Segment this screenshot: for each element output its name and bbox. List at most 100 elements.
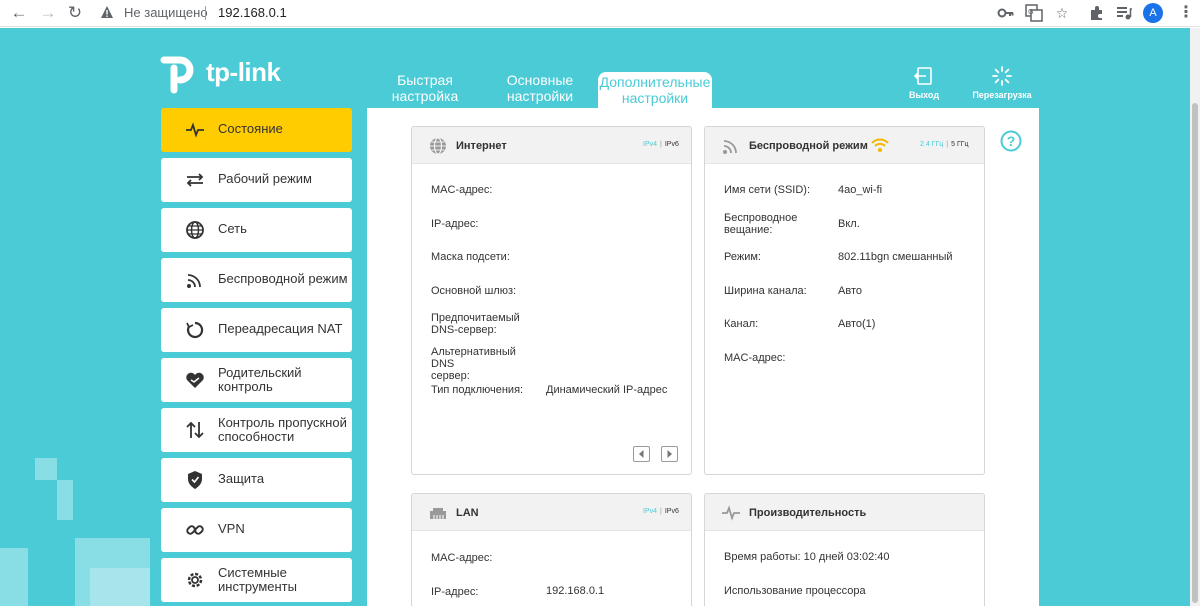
omnibox-divider [205,6,206,20]
sidebar-item-vpn[interactable]: VPN [161,508,352,552]
label-line1: Предпочитаемый [431,312,520,324]
sidebar-label-line2: контроль [218,379,273,394]
ipv4-toggle[interactable]: IPv4 [643,508,657,515]
sidebar-item-label: Рабочий режим [218,171,312,186]
svg-text:G: G [1028,8,1033,16]
help-icon[interactable]: ? [1000,130,1022,152]
sidebar-item-bandwidth-control[interactable]: Контроль пропускной способности [161,408,352,452]
page-scrollbar[interactable] [1190,28,1200,606]
channel-value: Авто(1) [838,318,876,330]
logout-button[interactable]: Выход [904,66,944,100]
tab-basic[interactable]: Основные настройки [498,72,582,108]
sidebar-item-operation-mode[interactable]: Рабочий режим [161,158,352,202]
ipv6-toggle[interactable]: IPv6 [665,141,679,148]
wifi-icon [187,274,201,288]
sidebar-item-network[interactable]: Сеть [161,208,352,252]
chevron-left-icon [639,450,644,458]
router-admin-page: tp-link Быстрая настройка Основные настр… [0,28,1190,606]
switch-mode-icon [186,173,204,187]
label-line2: сервер: [431,370,470,382]
mac-address-label: MAC-адрес: [431,552,493,564]
band-switch[interactable]: 2.4 ГГц | 5 ГГц [920,141,969,148]
tp-link-logo: tp-link [160,48,290,94]
sidebar-label-line1: Родительский [218,365,302,380]
ssid-value: 4ao_wi-fi [838,184,883,196]
key-icon[interactable] [997,4,1015,22]
ipv6-toggle[interactable]: IPv6 [665,508,679,515]
sidebar-item-security[interactable]: Защита [161,458,352,502]
warning-icon[interactable] [100,5,114,19]
gateway-label: Основной шлюз: [431,285,517,297]
reboot-label: Перезагрузка [972,90,1032,100]
secondary-dns-label: Альтернативный DNS сервер: [431,346,536,382]
translate-icon[interactable]: G [1025,4,1043,22]
scrollbar-thumb[interactable] [1192,103,1198,603]
mode-value: 802.11bgn смешанный [838,251,953,263]
band-5ghz-toggle[interactable]: 5 ГГц [951,141,968,148]
shield-icon [188,471,202,489]
connection-type-label: Тип подключения: [431,384,524,396]
card-header: Производительность [705,494,984,531]
bandwidth-icon [186,421,204,439]
logo-mark-icon [160,56,194,94]
tab-label-line1: Дополнительные [599,74,711,90]
mac-address-label: MAC-адрес: [431,184,493,196]
sidebar-label-line2: инструменты [218,579,297,594]
sidebar-item-nat-forwarding[interactable]: Переадресация NAT [161,308,352,352]
url-text[interactable]: 192.168.0.1 [218,5,287,20]
logo-text: tp-link [206,57,281,87]
sidebar-item-system-tools[interactable]: Системные инструменты [161,558,352,602]
band-24ghz-toggle[interactable]: 2.4 ГГц [920,141,943,148]
browser-toolbar: ← → ↻ Не защищено 192.168.0.1 G ☆ A ⋮ [0,0,1200,27]
security-label[interactable]: Не защищено [124,5,208,20]
performance-card: Производительность Время работы: 10 дней… [704,493,985,606]
ip-address-value: 192.168.0.1 [546,585,605,597]
channel-label: Канал: [724,318,759,330]
parental-control-icon [186,372,204,388]
channel-width-label: Ширина канала: [724,285,807,297]
broadcast-value: Вкл. [838,218,860,230]
svg-text:?: ? [1007,133,1016,149]
media-icon[interactable] [1115,4,1133,22]
ssid-label: Имя сети (SSID): [724,184,811,196]
lan-port-icon [430,508,446,519]
tab-label-line1: Основные [506,72,574,88]
star-icon[interactable]: ☆ [1053,4,1071,22]
pulse-icon [186,122,204,138]
forward-arrow-icon[interactable]: → [38,3,58,23]
address-bar[interactable]: Не защищено 192.168.0.1 [94,2,984,24]
sidebar-item-wireless[interactable]: Беспроводной режим [161,258,352,302]
extensions-icon[interactable] [1088,4,1106,22]
tab-label-line1: Быстрая [397,72,453,88]
reboot-button[interactable]: Перезагрузка [966,66,1038,100]
connection-type-value: Динамический IP-адрес [546,384,668,396]
sidebar-label-line1: Системные [218,565,287,580]
avatar[interactable]: A [1143,3,1163,23]
primary-dns-label: Предпочитаемый DNS-сервер: [431,312,538,336]
next-page-button[interactable] [661,446,678,462]
ipv4-toggle[interactable]: IPv4 [643,141,657,148]
back-arrow-icon[interactable]: ← [9,3,29,23]
logout-icon [914,67,932,85]
card-header: Беспроводной режим 2.4 ГГц | 5 ГГц [705,127,984,164]
internet-card: Интернет IPv4 | IPv6 MAC-адрес: IP-адрес: … [411,126,692,475]
menu-icon[interactable]: ⋮ [1178,4,1194,22]
vpn-key-icon [186,525,204,535]
reload-icon[interactable]: ↻ [65,3,85,23]
card-title: LAN [456,507,479,519]
wireless-card: Беспроводной режим 2.4 ГГц | 5 ГГц Имя сет… [704,126,985,475]
subnet-mask-label: Маска подсети: [431,251,510,263]
ip-version-switch[interactable]: IPv4 | IPv6 [643,141,679,148]
globe-icon [430,137,446,155]
uptime-text: Время работы: 10 дней 03:02:40 [724,551,890,563]
sidebar-item-label: Контроль пропускной способности [218,416,347,444]
label-line1: Альтернативный DNS [431,346,516,370]
label-line2: вещание: [724,224,773,236]
tab-label-line2: настройка [391,88,459,104]
tab-quick-setup[interactable]: Быстрая настройка [382,72,468,108]
tab-label-line2: настройки [621,90,689,106]
prev-page-button[interactable] [633,446,650,462]
sidebar-item-status[interactable]: Состояние [161,108,352,152]
ip-version-switch[interactable]: IPv4 | IPv6 [643,508,679,515]
sidebar-item-parental-control[interactable]: Родительский контроль [161,358,352,402]
